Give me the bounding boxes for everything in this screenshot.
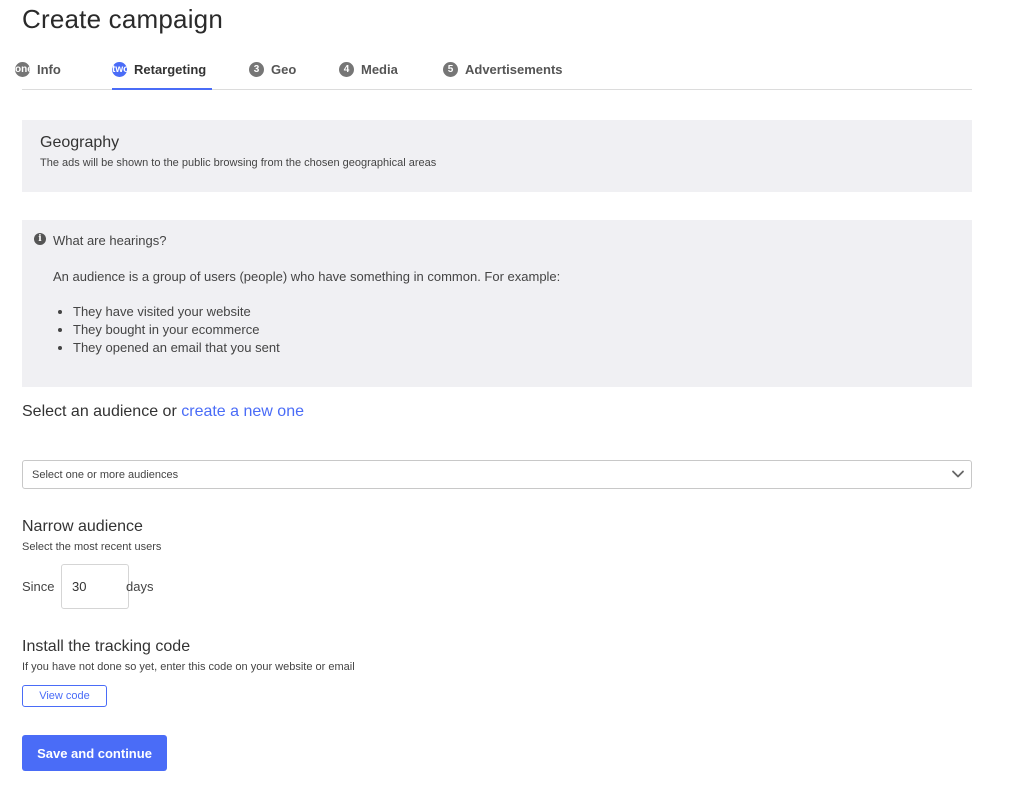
step-tabs: one Info two Retargeting 3 Geo 4 Media 5…	[15, 50, 972, 90]
geography-panel: Geography The ads will be shown to the p…	[22, 120, 972, 192]
list-item: They opened an email that you sent	[73, 339, 280, 357]
tab-label: Retargeting	[134, 62, 207, 77]
tab-media[interactable]: 4 Media	[339, 50, 398, 89]
page-title: Create campaign	[22, 4, 223, 34]
narrow-audience-title: Narrow audience	[22, 518, 143, 535]
audience-select-placeholder: Select one or more audiences	[32, 469, 179, 481]
tab-label: Advertisements	[465, 62, 563, 77]
tracking-code-title: Install the tracking code	[22, 638, 191, 655]
step-badge: one	[15, 62, 30, 77]
tab-advertisements[interactable]: 5 Advertisements	[443, 50, 563, 89]
chevron-down-icon	[952, 470, 964, 478]
audience-info-panel: i What are hearings? An audience is a gr…	[22, 220, 972, 387]
info-title: What are hearings?	[53, 233, 167, 248]
list-item: They bought in your ecommerce	[73, 321, 280, 339]
info-text: An audience is a group of users (people)…	[53, 269, 561, 284]
tab-retargeting[interactable]: two Retargeting	[112, 50, 213, 90]
audience-select[interactable]: Select one or more audiences	[22, 460, 972, 489]
info-list: They have visited your website They boug…	[53, 303, 280, 357]
tab-info[interactable]: one Info	[15, 50, 61, 89]
since-label: Since	[22, 579, 55, 594]
tab-geo[interactable]: 3 Geo	[249, 50, 296, 89]
step-badge: two	[112, 62, 127, 77]
geography-title: Geography	[40, 134, 120, 151]
since-days-input[interactable]	[61, 564, 129, 609]
tab-label: Media	[361, 62, 398, 77]
days-label: days	[126, 579, 154, 594]
select-audience-heading: Select an audience or create a new one	[22, 403, 304, 421]
geography-subtitle: The ads will be shown to the public brow…	[40, 157, 437, 169]
create-audience-link[interactable]: create a new one	[181, 403, 304, 420]
tracking-code-subtitle: If you have not done so yet, enter this …	[22, 661, 355, 673]
info-circle-icon: i	[34, 233, 46, 245]
tab-label: Info	[37, 62, 61, 77]
step-badge: 4	[339, 62, 354, 77]
tab-label: Geo	[271, 62, 297, 77]
select-audience-label: Select an audience or	[22, 403, 177, 420]
view-code-button[interactable]: View code	[22, 685, 107, 707]
narrow-audience-subtitle: Select the most recent users	[22, 541, 162, 553]
save-and-continue-button[interactable]: Save and continue	[22, 735, 167, 771]
step-badge: 5	[443, 62, 458, 77]
list-item: They have visited your website	[73, 303, 280, 321]
step-badge: 3	[249, 62, 264, 77]
